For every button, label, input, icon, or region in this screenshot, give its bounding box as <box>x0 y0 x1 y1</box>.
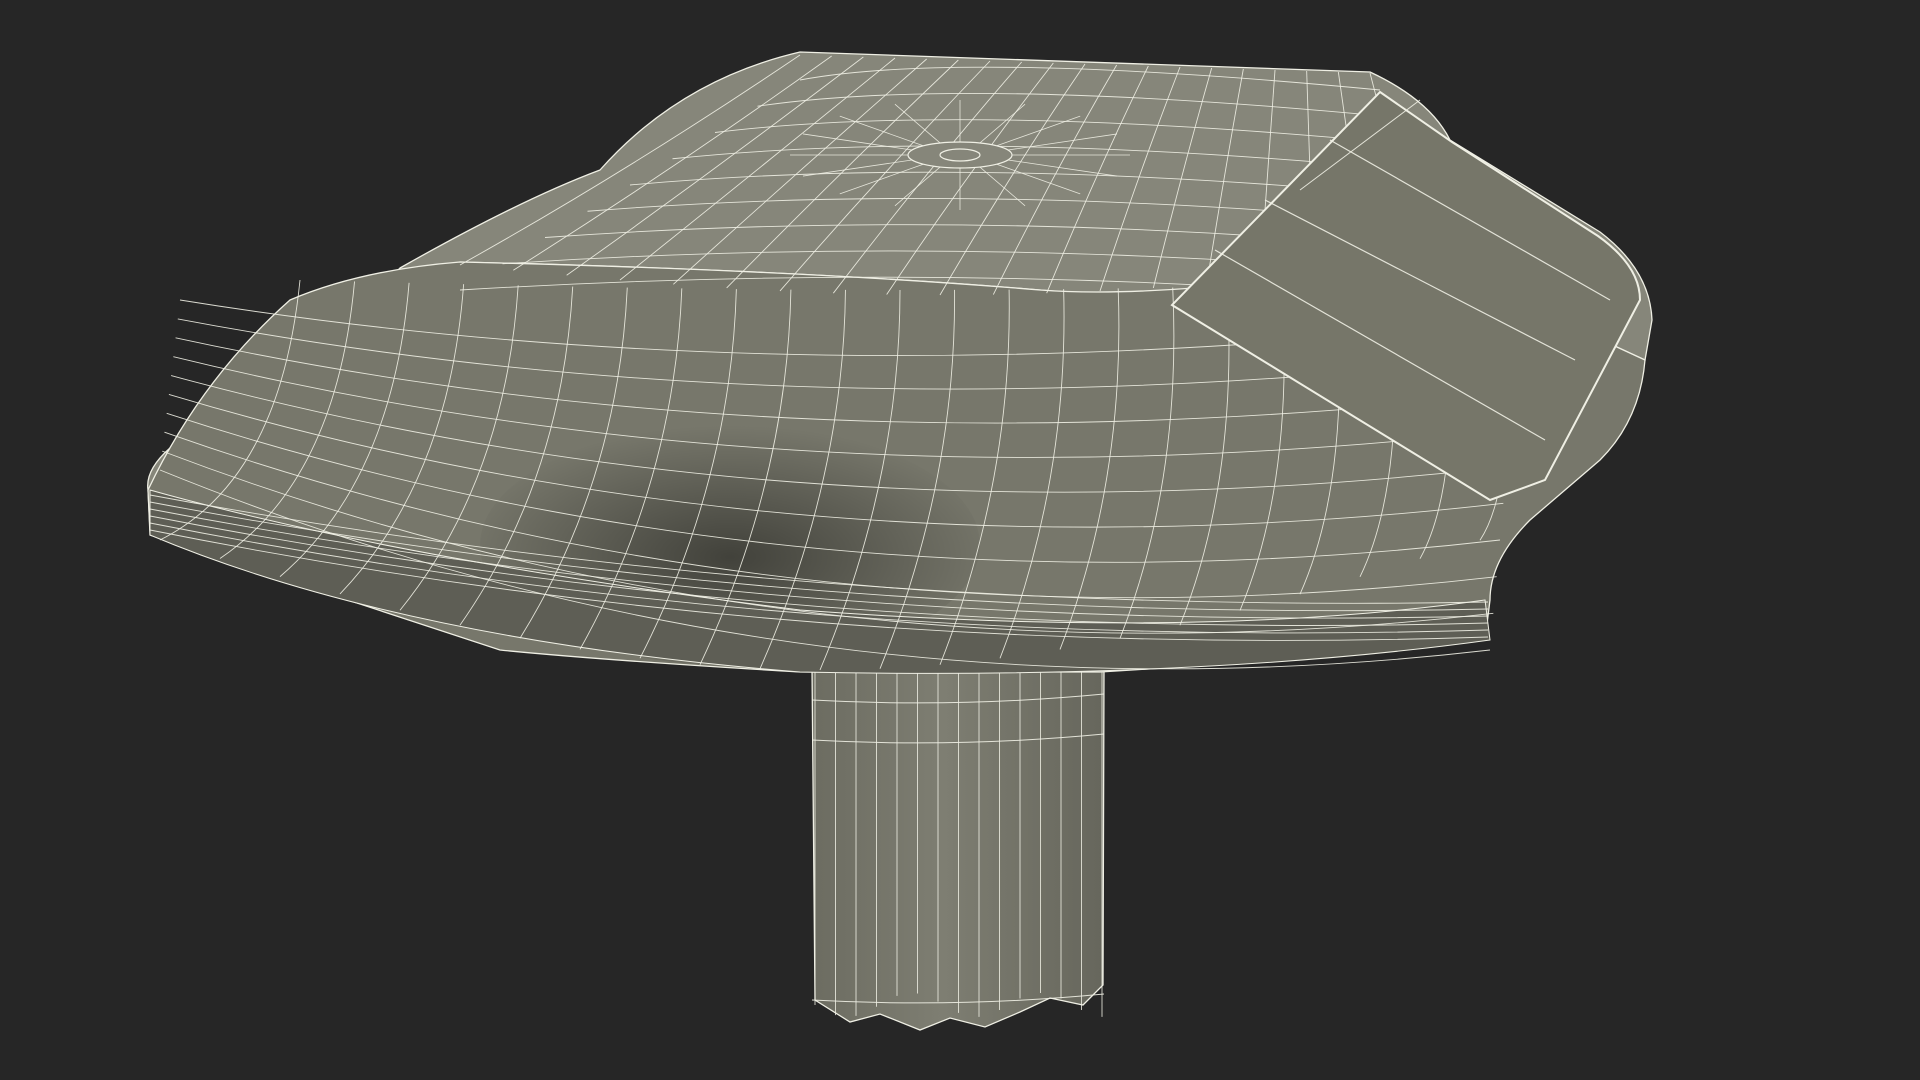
wireframe-render <box>0 0 1920 1080</box>
3d-viewport[interactable] <box>0 0 1920 1080</box>
top-nub <box>907 141 1013 169</box>
anchor-stem <box>811 667 1105 1031</box>
top-nub-cap <box>939 148 981 162</box>
